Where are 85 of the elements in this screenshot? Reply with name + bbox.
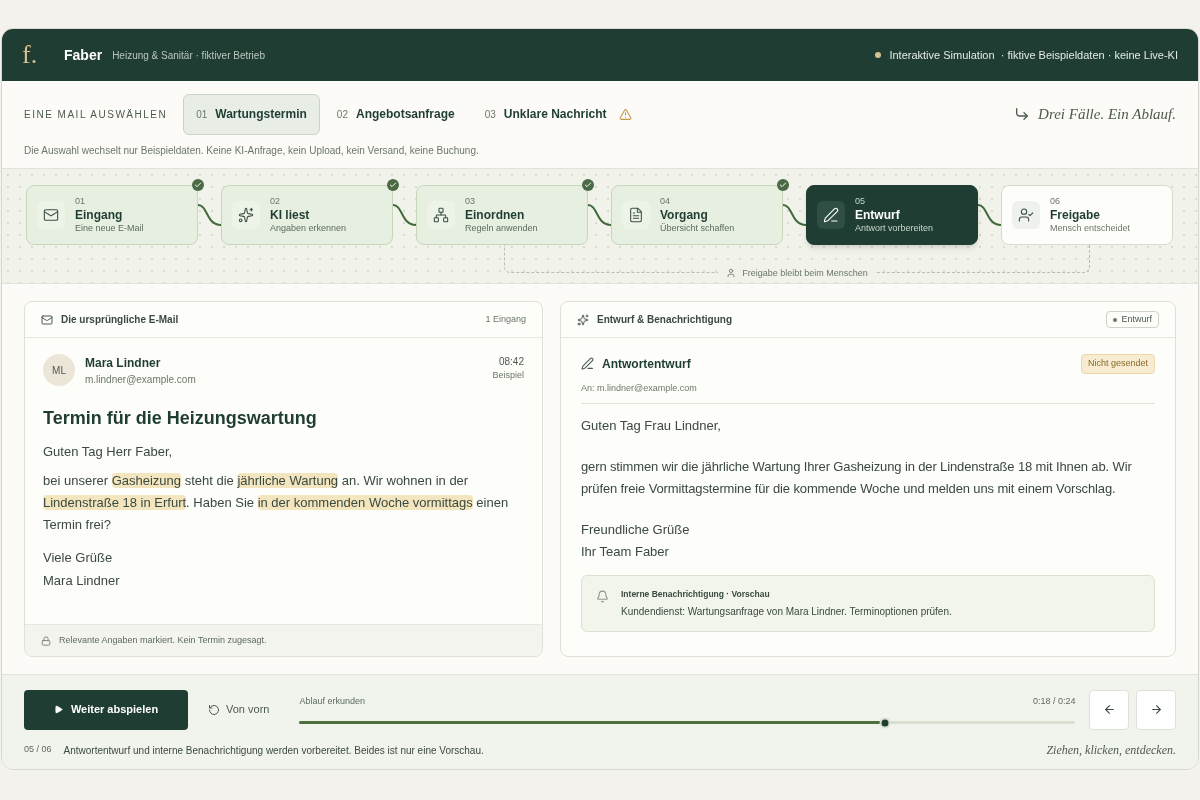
sparkle-icon (577, 313, 589, 326)
person-icon (726, 268, 737, 279)
restart-button[interactable]: Von vorn (208, 701, 270, 718)
avatar: ML (43, 354, 75, 386)
step-card[interactable]: 04 Vorgang Übersicht schaffen (611, 185, 783, 245)
step-card[interactable]: 01 Eingang Eine neue E-Mail (26, 185, 198, 245)
step-title: Einordnen (465, 207, 526, 223)
time-note: Beispiel (492, 369, 524, 382)
step-title: Entwurf (855, 207, 901, 223)
step-subtitle: Eine neue E-Mail (75, 222, 144, 234)
brand-name: Faber (64, 45, 103, 65)
footer-note: Relevante Angaben markiert. Kein Termin zugesagt. (59, 633, 267, 647)
lock-icon (41, 635, 51, 646)
approval-note: Freigabe bleibt beim Menschen (718, 266, 876, 280)
step-caption: Antwortentwurf und interne Benachrichtigung werden vorbereitet. Beides ist nur eine Vorschau. (63, 743, 484, 758)
draft-body: gern stimmen wir die jährliche Wartung Ihrer Gasheizung in der Lindenstraße 18 mit Ihnen ab. Wir prüfen freie Vormittagstermine für die kommende Woche und melden uns mit einem Vorschlag. (581, 457, 1133, 498)
email-subject: Termin für die Heizungswartung (43, 407, 318, 430)
slider-thumb[interactable] (879, 717, 891, 729)
envelope-icon (41, 313, 53, 326)
email-body: bei unserer Gasheizung steht die jährliche Wartung an. Wir wohnen in der Lindenstraße 18 in Erfurt. Haben Sie in der kommenden Woche vormittags einen Termin frei? (43, 471, 510, 534)
sender-email: m.lindner@example.com (85, 373, 196, 387)
mail-tab[interactable]: 01 Wartungstermin (183, 93, 320, 135)
step-number: 06 (1050, 196, 1061, 208)
step-counter: 05 / 06 (24, 743, 52, 757)
step-subtitle: Angaben erkennen (270, 222, 347, 234)
progress-label: Ablauf erkunden (299, 694, 365, 708)
notification-text: Kundendienst: Wartungsanfrage von Mara Lindner. Terminoptionen prüfen. (621, 605, 952, 620)
nodes-icon (427, 201, 455, 229)
panel-title: Die ursprüngliche E-Mail (61, 313, 179, 327)
draft-badge: Entwurf (1106, 310, 1159, 329)
selection-note: Die Auswahl wechselt nur Beispieldaten. Keine KI-Anfrage, kein Upload, kein Versand, keine Buchung. (24, 144, 480, 158)
logo: f. (22, 42, 39, 68)
step-card[interactable]: 02 KI liest Angaben erkennen (221, 185, 393, 245)
sender-name: Mara Lindner (85, 355, 162, 372)
step-subtitle: Antwort vorbereiten (855, 222, 934, 234)
recipient: An: m.lindner@example.com (581, 381, 1155, 404)
step-card[interactable]: 06 Freigabe Mensch entscheidet (1001, 185, 1173, 245)
arrow-right-icon (1149, 703, 1163, 716)
envelope-icon (37, 201, 65, 229)
draft-heading: Antwortentwurf (602, 355, 691, 373)
step-subtitle: Regeln anwenden (465, 222, 538, 234)
step-number: 04 (660, 196, 671, 208)
restart-icon (208, 703, 220, 716)
mail-tab[interactable]: 03 Unklare Nachricht (471, 93, 645, 135)
mail-tab[interactable]: 02 Angebotsanfrage (323, 93, 468, 135)
draft-closing-line: Ihr Team Faber (581, 542, 670, 561)
draft-greeting: Guten Tag Frau Lindner, (581, 417, 722, 435)
brand-tagline: Heizung & Sanitär · fiktiver Betrieb (112, 48, 265, 63)
step-title: Eingang (75, 207, 124, 223)
play-button[interactable]: Weiter abspielen (24, 689, 188, 730)
sparkle-icon (232, 201, 260, 229)
play-icon (53, 705, 63, 714)
step-number: 05 (855, 196, 866, 208)
notification-title: Interne Benachrichtigung · Vorschau (621, 587, 771, 601)
step-title: Freigabe (1050, 207, 1101, 223)
pencil-icon (581, 357, 594, 371)
step-number: 03 (465, 196, 476, 208)
status-badge: Nicht gesendet (1080, 354, 1155, 374)
step-title: KI liest (270, 207, 311, 223)
received-time: 08:42 (498, 355, 524, 369)
document-icon (622, 201, 650, 229)
step-title: Vorgang (660, 207, 709, 222)
email-greeting: Guten Tag Herr Faber, (43, 443, 174, 461)
status-text: Interaktive Simulation · fiktive Beispieldaten · keine Live-KI (889, 47, 1178, 63)
draft-closing-line: Freundliche Grüße (581, 520, 691, 539)
warning-icon (618, 107, 632, 121)
email-closing-line: Mara Lindner (43, 571, 121, 590)
step-number: 01 (75, 196, 86, 208)
person-icon (1012, 201, 1040, 229)
inbox-count: 1 Eingang (485, 312, 526, 326)
panel-title: Entwurf & Benachrichtigung (597, 313, 732, 327)
section-label: EINE MAIL AUSWÄHLEN (24, 107, 168, 122)
progress-time: 0:18 / 0:24 (1032, 694, 1076, 708)
step-subtitle: Übersicht schaffen (660, 222, 735, 234)
arrow-left-icon (1102, 703, 1116, 716)
step-subtitle: Mensch entscheidet (1050, 222, 1131, 234)
pencil-icon (817, 201, 845, 229)
step-card[interactable]: 05 Entwurf Antwort vorbereiten (806, 185, 978, 245)
step-card[interactable]: 03 Einordnen Regeln anwenden (416, 185, 588, 245)
email-closing-line: Viele Grüße (43, 548, 114, 567)
step-number: 02 (270, 196, 281, 208)
motto: Drei Fälle. Ein Ablauf. (1038, 104, 1176, 124)
arrow-icon (1014, 106, 1031, 122)
player-tagline: Ziehen, klicken, entdecken. (1046, 742, 1176, 759)
bell-icon (596, 589, 609, 603)
